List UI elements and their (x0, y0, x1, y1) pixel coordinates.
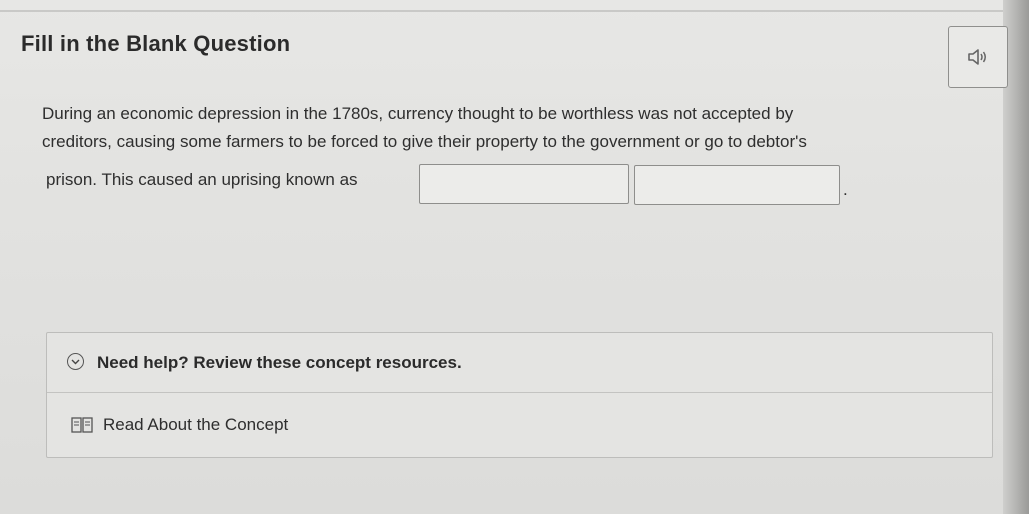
help-toggle-label: Need help? Review these concept resource… (97, 353, 462, 372)
sentence-period: . (843, 180, 848, 199)
help-toggle[interactable]: Need help? Review these concept resource… (47, 333, 992, 393)
speaker-icon (968, 49, 986, 65)
question-line-2: creditors, causing some farmers to be fo… (42, 132, 807, 151)
top-divider (0, 10, 1029, 12)
resource-label: Read About the Concept (103, 415, 289, 434)
page-title: Fill in the Blank Question (21, 31, 291, 56)
read-aloud-button[interactable] (948, 26, 1008, 88)
book-icon (71, 417, 93, 433)
question-line-1: During an economic depression in the 178… (42, 104, 794, 123)
chevron-down-icon (67, 353, 84, 370)
answer-blank-2[interactable] (634, 165, 840, 205)
help-panel: Need help? Review these concept resource… (46, 332, 993, 458)
answer-blank-1[interactable] (419, 164, 629, 204)
question-text: During an economic depression in the 178… (42, 100, 962, 156)
screen: Fill in the Blank Question During an eco… (0, 0, 1029, 514)
question-line-3: prison. This caused an uprising known as (46, 170, 358, 189)
read-about-concept-link[interactable]: Read About the Concept (71, 415, 288, 435)
